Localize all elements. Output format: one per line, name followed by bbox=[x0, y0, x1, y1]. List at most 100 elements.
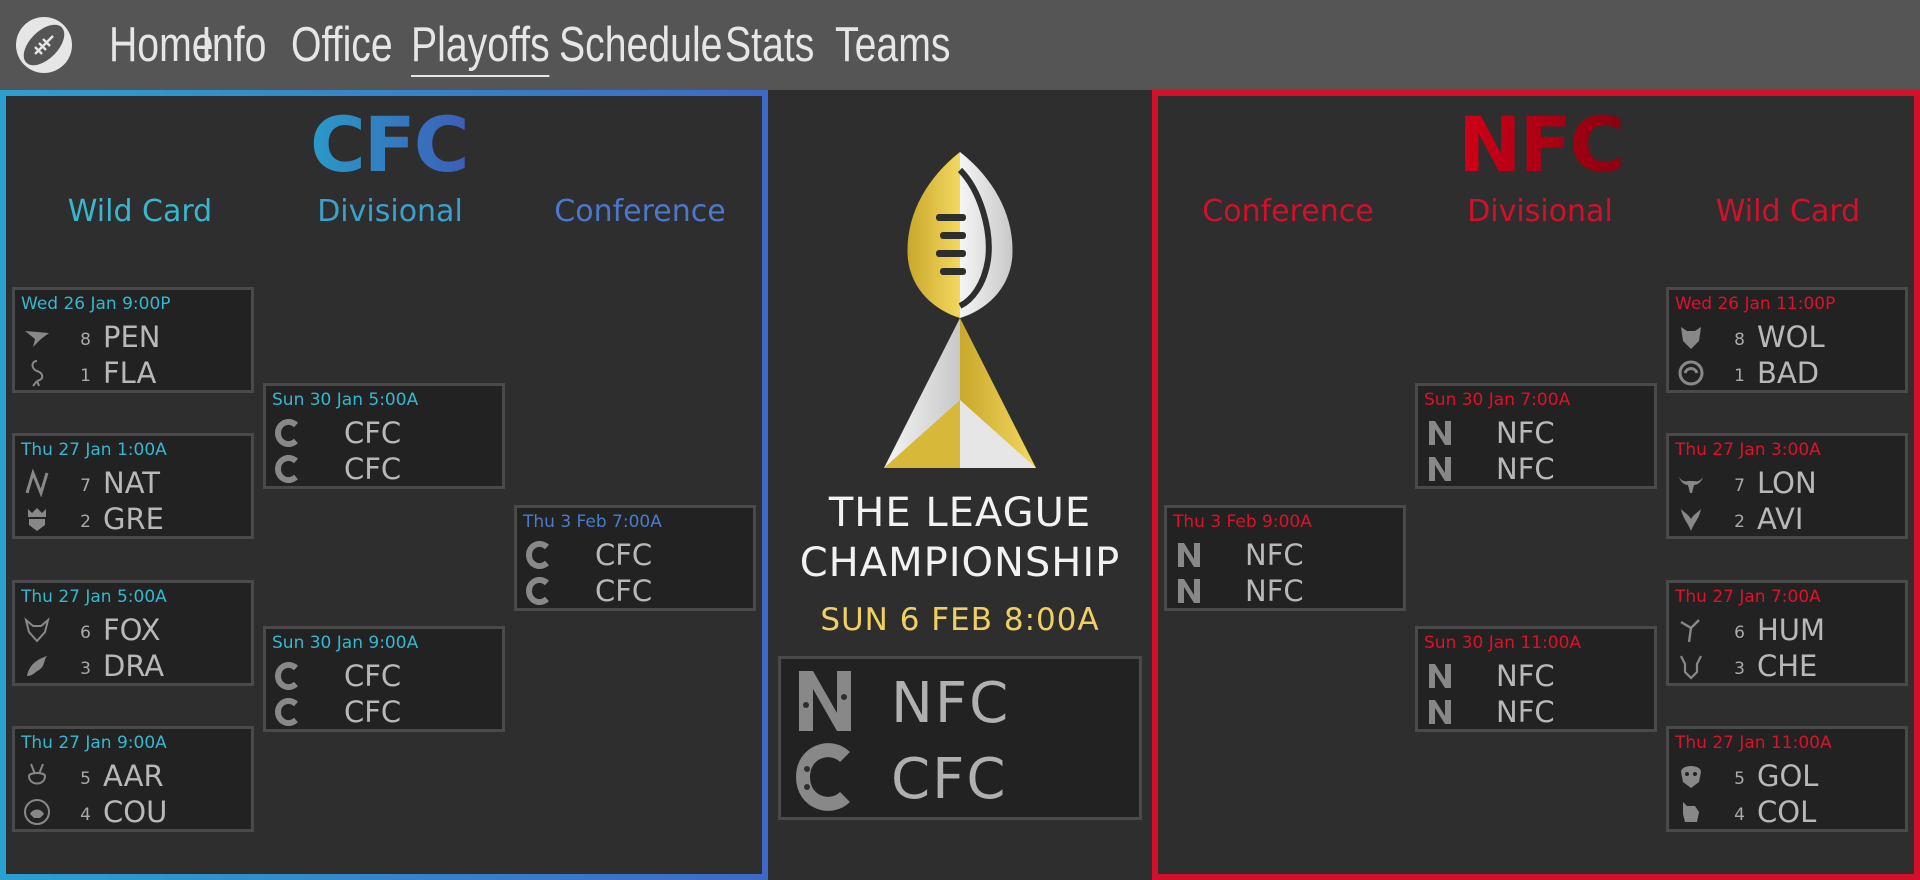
nfc-round-conference: Conference bbox=[1202, 194, 1374, 229]
cfc-wildcard-game-4[interactable]: Thu 27 Jan 9:00A 5 AAR 4 COU bbox=[12, 726, 254, 832]
team-abbr: BAD bbox=[1757, 356, 1820, 390]
dragon-icon bbox=[23, 652, 51, 680]
cfc-wildcard-game-3[interactable]: Thu 27 Jan 5:00A 6 FOX 3 DRA bbox=[12, 580, 254, 686]
nav-stats[interactable]: Stats bbox=[725, 15, 835, 75]
cfc-divisional-game-1[interactable]: Sun 30 Jan 5:00A CFC CFC bbox=[263, 383, 505, 489]
nav-playoffs[interactable]: Playoffs bbox=[411, 15, 559, 77]
cfc-wildcard-game-2[interactable]: Thu 27 Jan 1:00A 7 NAT 2 GRE bbox=[12, 433, 254, 539]
nav-office[interactable]: Office bbox=[291, 15, 411, 75]
team-abbr: WOL bbox=[1757, 320, 1825, 354]
nfc-divisional-game-2[interactable]: Sun 30 Jan 11:00A NFC NFC bbox=[1415, 626, 1657, 732]
team-seed: 7 bbox=[80, 476, 91, 496]
cheetah-icon bbox=[1677, 652, 1705, 680]
team-abbr: NFC bbox=[1496, 695, 1555, 729]
team-row: 5 GOL bbox=[1669, 759, 1905, 793]
cfc-wildcard-game-1[interactable]: Wed 26 Jan 9:00P 8 PEN 1 FLA bbox=[12, 287, 254, 393]
cfc-bracket: CFC Wild Card Divisional Conference Wed … bbox=[0, 90, 768, 880]
championship-title-line1: THE LEAGUE bbox=[828, 490, 1092, 536]
team-seed: 2 bbox=[1734, 512, 1745, 532]
team-seed: 3 bbox=[80, 659, 91, 679]
team-row: NFC bbox=[1418, 659, 1654, 693]
nfc-conference-game[interactable]: Thu 3 Feb 9:00A NFC NFC bbox=[1164, 505, 1406, 611]
team-seed: 4 bbox=[80, 805, 91, 825]
cfc-logo-icon bbox=[274, 698, 302, 726]
team-row: 7 NAT bbox=[15, 466, 251, 500]
wolf-icon bbox=[1677, 323, 1705, 351]
hummingbird-icon bbox=[1677, 616, 1705, 644]
cfc-logo-icon bbox=[274, 662, 302, 690]
cfc-conference-game[interactable]: Thu 3 Feb 7:00A CFC CFC bbox=[514, 505, 756, 611]
nfc-logo-icon bbox=[1426, 698, 1454, 726]
team-row: CFC bbox=[266, 416, 502, 450]
team-row: 6 FOX bbox=[15, 613, 251, 647]
nfc-title: NFC bbox=[1458, 100, 1625, 189]
nav-teams[interactable]: Teams bbox=[835, 15, 955, 75]
team-abbr: FOX bbox=[103, 613, 161, 647]
cfc-title: CFC bbox=[310, 100, 469, 189]
cfc-logo-icon bbox=[525, 577, 553, 605]
aardvark-icon bbox=[23, 762, 51, 790]
team-row: CFC bbox=[266, 659, 502, 693]
game-date: Wed 26 Jan 11:00P bbox=[1675, 294, 1836, 314]
cfc-logo-icon bbox=[274, 455, 302, 483]
team-row: 3 DRA bbox=[15, 649, 251, 683]
collie-icon bbox=[1677, 798, 1705, 826]
fox-icon bbox=[23, 616, 51, 644]
nfc-wildcard-game-2[interactable]: Thu 27 Jan 3:00A 7 LON 2 AVI bbox=[1666, 433, 1908, 539]
cfc-divisional-game-2[interactable]: Sun 30 Jan 9:00A CFC CFC bbox=[263, 626, 505, 732]
team-seed: 5 bbox=[1734, 769, 1745, 789]
team-abbr: AVI bbox=[1757, 502, 1804, 536]
nav-schedule[interactable]: Schedule bbox=[559, 15, 725, 75]
team-row: CFC bbox=[266, 452, 502, 486]
team-abbr: CFC bbox=[344, 416, 402, 450]
team-seed: 4 bbox=[1734, 805, 1745, 825]
nav-info[interactable]: Info bbox=[201, 15, 291, 75]
game-date: Thu 27 Jan 9:00A bbox=[21, 733, 167, 753]
team-abbr: GRE bbox=[103, 502, 164, 536]
team-abbr: NFC bbox=[1245, 574, 1304, 608]
team-row: 2 GRE bbox=[15, 502, 251, 536]
team-seed: 8 bbox=[80, 330, 91, 350]
team-abbr: CFC bbox=[344, 659, 402, 693]
cfc-round-wild-card: Wild Card bbox=[67, 194, 213, 229]
nfc-wildcard-game-3[interactable]: Thu 27 Jan 7:00A 6 HUM 3 CHE bbox=[1666, 580, 1908, 686]
cfc-logo-icon bbox=[274, 419, 302, 447]
team-seed: 3 bbox=[1734, 659, 1745, 679]
nfc-wildcard-game-4[interactable]: Thu 27 Jan 11:00A 5 GOL 4 COL bbox=[1666, 726, 1908, 832]
team-row: NFC bbox=[1167, 574, 1403, 608]
team-seed: 6 bbox=[80, 623, 91, 643]
team-row: 1 FLA bbox=[15, 356, 251, 390]
cfc-logo-icon bbox=[525, 541, 553, 569]
championship-date: SUN 6 FEB 8:00A bbox=[820, 602, 1100, 638]
penguin-icon bbox=[23, 323, 51, 351]
team-abbr: COL bbox=[1757, 795, 1817, 829]
team-row: 2 AVI bbox=[1669, 502, 1905, 536]
nfc-logo-icon bbox=[1426, 455, 1454, 483]
game-date: Thu 3 Feb 9:00A bbox=[1173, 512, 1312, 532]
nfc-logo-icon bbox=[1175, 577, 1203, 605]
team-abbr: NFC bbox=[1245, 538, 1304, 572]
team-row: CFC bbox=[781, 741, 1139, 812]
team-abbr: NFC bbox=[1496, 452, 1555, 486]
game-date: Thu 3 Feb 7:00A bbox=[523, 512, 662, 532]
nfc-logo-icon bbox=[1426, 419, 1454, 447]
championship-game[interactable]: NFC CFC bbox=[778, 656, 1142, 820]
nfc-logo-icon bbox=[1175, 541, 1203, 569]
nfc-divisional-game-1[interactable]: Sun 30 Jan 7:00A NFC NFC bbox=[1415, 383, 1657, 489]
nfc-logo-icon bbox=[795, 667, 855, 735]
nfc-wildcard-game-1[interactable]: Wed 26 Jan 11:00P 8 WOL 1 BAD bbox=[1666, 287, 1908, 393]
nfc-round-wild-card: Wild Card bbox=[1715, 194, 1861, 229]
championship-title-line2: CHAMPIONSHIP bbox=[799, 540, 1121, 586]
nav-home[interactable]: Home bbox=[109, 15, 214, 75]
game-date: Sun 30 Jan 9:00A bbox=[272, 633, 419, 653]
team-abbr: FLA bbox=[103, 356, 157, 390]
team-abbr: CFC bbox=[344, 452, 402, 486]
team-row: NFC bbox=[1167, 538, 1403, 572]
game-date: Thu 27 Jan 11:00A bbox=[1675, 733, 1832, 753]
team-row: NFC bbox=[781, 665, 1139, 736]
team-row: 3 CHE bbox=[1669, 649, 1905, 683]
football-icon[interactable] bbox=[15, 16, 73, 74]
team-abbr: HUM bbox=[1757, 613, 1826, 647]
championship: THE LEAGUE CHAMPIONSHIP SUN 6 FEB 8:00A … bbox=[768, 90, 1152, 880]
team-abbr: AAR bbox=[103, 759, 164, 793]
